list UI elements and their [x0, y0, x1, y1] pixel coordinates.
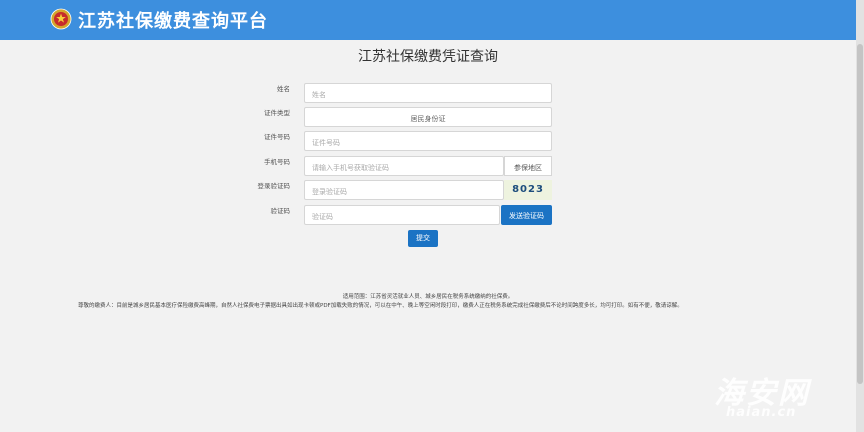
submit-button[interactable]: 提交 [408, 230, 438, 247]
login-code-input[interactable]: 登录验证码 [304, 180, 504, 200]
phone-row: 手机号码 请输入手机号获取验证码 参保地区 [0, 156, 856, 178]
page-scrollbar[interactable] [856, 0, 864, 432]
login-code-row: 登录验证码 登录验证码 8023 [0, 180, 856, 202]
sms-code-input[interactable]: 验证码 [304, 205, 500, 225]
id-number-input[interactable]: 证件号码 [304, 131, 552, 151]
notice-text: 尊敬的缴费人：目前是城乡居民基本医疗保险缴费高峰期，自然人社保费电子票据出具如出… [78, 303, 683, 309]
id-number-row: 证件号码 证件号码 [0, 131, 856, 153]
form-title: 江苏社保缴费凭证查询 [358, 49, 498, 65]
sms-code-label: 验证码 [270, 207, 291, 215]
phone-input[interactable]: 请输入手机号获取验证码 [304, 156, 504, 176]
id-type-row: 证件类型 居民身份证 [0, 107, 856, 129]
site-title: 江苏社保缴费查询平台 [78, 11, 268, 32]
id-number-label: 证件号码 [264, 133, 290, 141]
login-code-label: 登录验证码 [257, 182, 291, 190]
scrollbar-thumb[interactable] [857, 44, 863, 384]
scope-text: 适用范围：江苏省灵活就业人员、城乡居民在税务系统缴纳的社保费。 [342, 294, 514, 300]
watermark-url: haian.cn [726, 405, 797, 420]
header-bar: 江苏社保缴费查询平台 [0, 0, 856, 40]
name-row: 姓名 姓名 [0, 83, 856, 105]
national-emblem-icon [50, 8, 72, 30]
phone-label: 手机号码 [264, 158, 290, 166]
region-select[interactable]: 参保地区 [504, 156, 552, 176]
id-type-label: 证件类型 [264, 109, 290, 117]
send-code-button[interactable]: 发送验证码 [501, 205, 552, 225]
name-label: 姓名 [277, 85, 290, 93]
id-type-select[interactable]: 居民身份证 [304, 107, 552, 127]
name-input[interactable]: 姓名 [304, 83, 552, 103]
captcha-image[interactable]: 8023 [504, 180, 552, 200]
sms-code-row: 验证码 验证码 发送验证码 [0, 205, 856, 227]
